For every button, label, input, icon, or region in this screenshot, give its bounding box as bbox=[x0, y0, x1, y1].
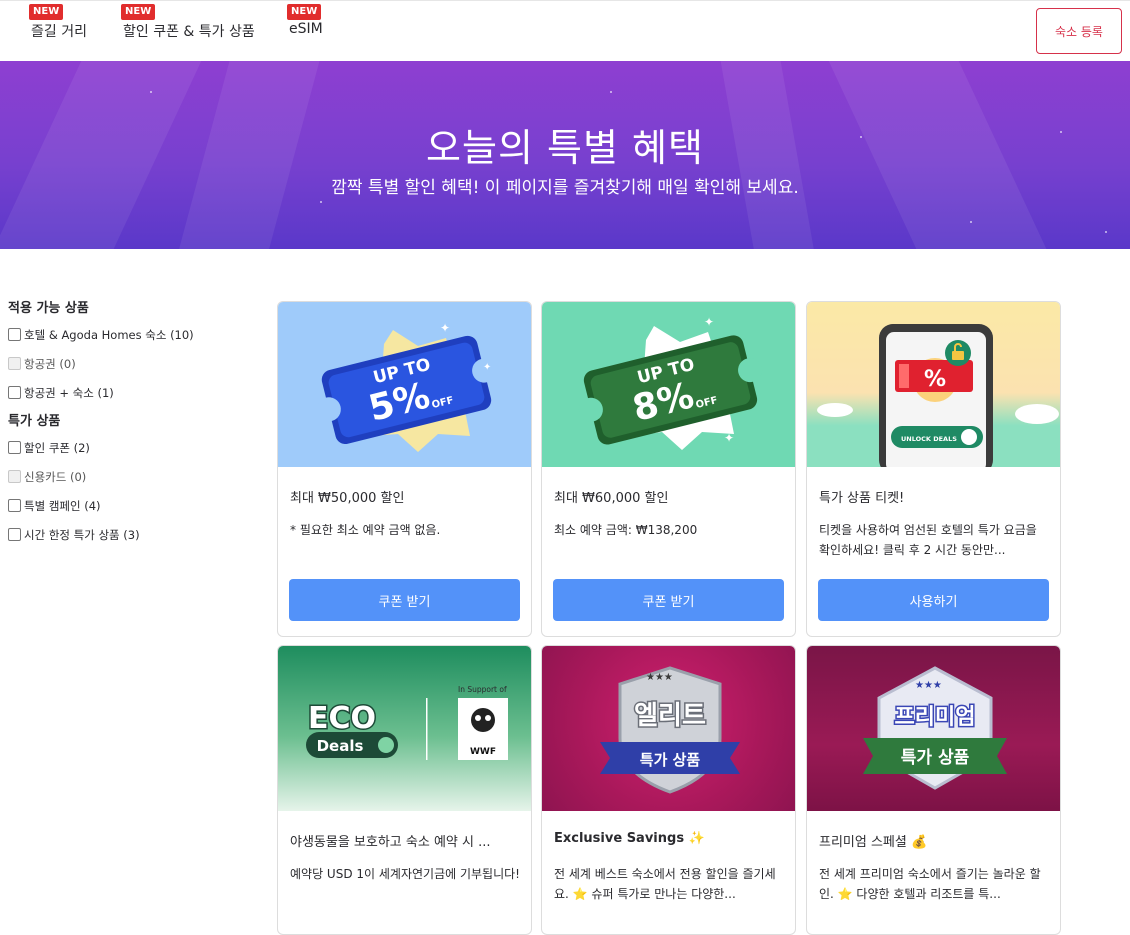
filter-option-label: 항공권 (0) bbox=[24, 356, 76, 371]
new-badge: NEW bbox=[29, 4, 64, 20]
coupon-ticket-illustration: UP TO 5% OFF ✦ ✦ bbox=[316, 321, 497, 452]
hero-subtitle: 깜짝 특별 할인 혜택! 이 페이지를 즐겨찾기해 매일 확인해 보세요. bbox=[331, 178, 799, 198]
star-sparkle bbox=[320, 201, 322, 203]
filter-option-label: 항공권 + 숙소 (1) bbox=[24, 385, 114, 400]
deal-card-image: ★★★ 프리미엄 특가 상품 bbox=[807, 646, 1060, 811]
deal-card-premium[interactable]: ★★★ 프리미엄 특가 상품 프리미엄 스페셜 💰 전 세계 프리미엄 숙소에서… bbox=[806, 645, 1061, 935]
svg-text:★★★: ★★★ bbox=[915, 680, 942, 691]
filter-option-label: 호텔 & Agoda Homes 숙소 (10) bbox=[24, 327, 194, 342]
premium-badge-illustration: ★★★ 프리미엄 특가 상품 bbox=[863, 666, 1007, 790]
deal-card-description: 전 세계 프리미엄 숙소에서 즐기는 놀라운 할인. ⭐ 다양한 호텔과 리조트… bbox=[819, 867, 1041, 901]
new-badge: NEW bbox=[121, 4, 156, 20]
nav-item-esim[interactable]: NEW eSIM bbox=[287, 4, 323, 37]
filter-group-heading: 특가 상품 bbox=[8, 414, 61, 429]
nav-item-label: eSIM bbox=[289, 21, 323, 37]
filter-option-label: 특별 캠페인 (4) bbox=[24, 498, 101, 513]
wwf-logo-text: WWF bbox=[470, 747, 496, 757]
eco-logo-text: ECO bbox=[308, 701, 376, 736]
deal-card-ticket[interactable]: % UNLOCK DEALS 특가 상품 티켓! 티켓을 사용하여 엄선된 호텔… bbox=[806, 301, 1061, 637]
svg-text:★★★: ★★★ bbox=[646, 672, 673, 683]
get-coupon-button[interactable]: 쿠폰 받기 bbox=[289, 579, 520, 621]
deal-card-description: 예약당 USD 1이 세계자연기금에 기부됩니다! bbox=[290, 867, 520, 881]
filter-option-campaign[interactable]: 특별 캠페인 (4) bbox=[8, 496, 248, 515]
checkbox[interactable] bbox=[8, 528, 21, 541]
deal-card-image: UP TO 8% OFF ✦ ✦ bbox=[542, 302, 795, 467]
checkbox[interactable] bbox=[8, 499, 21, 512]
filter-option-credit-card: 신용카드 (0) bbox=[8, 467, 248, 486]
phone-unlock-illustration: % UNLOCK DEALS bbox=[817, 324, 1059, 467]
deal-card-description: * 필요한 최소 예약 금액 없음. bbox=[290, 523, 441, 537]
hero-title: 오늘의 특별 혜택 bbox=[426, 126, 704, 170]
deal-card-description: 티켓을 사용하여 엄선된 호텔의 특가 요금을 확인하세요! 클릭 후 2 시간… bbox=[819, 523, 1037, 557]
register-property-button[interactable]: 숙소 등록 bbox=[1036, 8, 1122, 54]
filter-option-label: 신용카드 (0) bbox=[24, 469, 87, 484]
hero-banner: 오늘의 특별 혜택 깜짝 특별 할인 혜택! 이 페이지를 즐겨찾기해 매일 확… bbox=[0, 61, 1130, 249]
checkbox[interactable] bbox=[8, 386, 21, 399]
deal-card-image: ★★★ 엘리트 특가 상품 bbox=[542, 646, 795, 811]
checkbox bbox=[8, 470, 21, 483]
nav-item-activities[interactable]: NEW 즐길 거리 bbox=[29, 4, 87, 41]
deal-card-eco[interactable]: ECO Deals In Support of WWF 야생동물을 보호하고 숙… bbox=[277, 645, 532, 935]
new-badge: NEW bbox=[287, 4, 322, 20]
top-nav: NEW 즐길 거리 NEW 할인 쿠폰 & 특가 상품 NEW eSIM 숙소 … bbox=[0, 0, 1130, 61]
star-sparkle bbox=[610, 91, 612, 93]
svg-text:✦: ✦ bbox=[724, 431, 734, 445]
ticket-percent-text: % bbox=[924, 367, 946, 392]
premium-ribbon-text: 특가 상품 bbox=[901, 748, 970, 768]
filter-option-flight-hotel[interactable]: 항공권 + 숙소 (1) bbox=[8, 383, 248, 402]
deal-card-title: 특가 상품 티켓! bbox=[819, 491, 905, 506]
support-text: In Support of bbox=[458, 685, 507, 694]
get-coupon-button[interactable]: 쿠폰 받기 bbox=[553, 579, 784, 621]
checkbox bbox=[8, 357, 21, 370]
elite-ribbon-text: 특가 상품 bbox=[640, 751, 701, 769]
deal-card-image: % UNLOCK DEALS bbox=[807, 302, 1060, 467]
svg-text:✦: ✦ bbox=[704, 315, 714, 329]
filter-group-heading: 적용 가능 상품 bbox=[8, 301, 89, 316]
eco-deals-illustration: ECO Deals In Support of WWF bbox=[306, 685, 508, 760]
nav-item-label: 할인 쿠폰 & 특가 상품 bbox=[123, 24, 255, 40]
star-sparkle bbox=[970, 221, 972, 223]
filter-option-hotels[interactable]: 호텔 & Agoda Homes 숙소 (10) bbox=[8, 325, 248, 344]
coupon-ticket-illustration: UP TO 8% OFF ✦ ✦ bbox=[578, 315, 763, 450]
elite-badge-illustration: ★★★ 엘리트 특가 상품 bbox=[600, 666, 740, 794]
deal-card-title: 최대 ₩50,000 할인 bbox=[290, 491, 405, 506]
elite-badge-text: 엘리트 bbox=[634, 701, 706, 731]
svg-text:✦: ✦ bbox=[483, 362, 491, 373]
filter-option-coupons[interactable]: 할인 쿠폰 (2) bbox=[8, 438, 248, 457]
deal-card-description: 전 세계 베스트 숙소에서 전용 할인을 즐기세요. ⭐ 슈퍼 특가로 만나는 … bbox=[554, 867, 776, 901]
star-sparkle bbox=[1105, 231, 1107, 233]
checkbox[interactable] bbox=[8, 441, 21, 454]
filter-option-label: 할인 쿠폰 (2) bbox=[24, 440, 90, 455]
deal-card-image: UP TO 5% OFF ✦ ✦ bbox=[278, 302, 531, 467]
checkbox[interactable] bbox=[8, 328, 21, 341]
deal-card-title: Exclusive Savings ✨ bbox=[554, 831, 705, 846]
nav-item-deals[interactable]: NEW 할인 쿠폰 & 특가 상품 bbox=[121, 4, 255, 41]
use-ticket-button[interactable]: 사용하기 bbox=[818, 579, 1049, 621]
filter-option-limited-time[interactable]: 시간 한정 특가 상품 (3) bbox=[8, 525, 248, 544]
filter-option-label: 시간 한정 특가 상품 (3) bbox=[24, 527, 140, 542]
deal-card-title: 프리미엄 스페셜 💰 bbox=[819, 835, 928, 850]
unlock-deals-text: UNLOCK DEALS bbox=[901, 435, 957, 443]
deal-card-title: 야생동물을 보호하고 숙소 예약 시 ... bbox=[290, 835, 491, 850]
star-sparkle bbox=[150, 91, 152, 93]
deal-card-coupon-8[interactable]: UP TO 8% OFF ✦ ✦ 최대 ₩60,000 할인 최소 예약 금액:… bbox=[541, 301, 796, 637]
deal-card-description: 최소 예약 금액: ₩138,200 bbox=[554, 523, 698, 537]
deal-card-elite[interactable]: ★★★ 엘리트 특가 상품 Exclusive Savings ✨ 전 세계 베… bbox=[541, 645, 796, 935]
svg-text:✦: ✦ bbox=[440, 321, 450, 335]
deal-card-coupon-5[interactable]: UP TO 5% OFF ✦ ✦ 최대 ₩50,000 할인 * 필요한 최소 … bbox=[277, 301, 532, 637]
nav-item-label: 즐길 거리 bbox=[31, 24, 87, 40]
deal-card-image: ECO Deals In Support of WWF bbox=[278, 646, 531, 811]
filter-option-flights: 항공권 (0) bbox=[8, 354, 248, 373]
deal-card-title: 최대 ₩60,000 할인 bbox=[554, 491, 669, 506]
premium-badge-text: 프리미엄 bbox=[895, 705, 976, 730]
filter-sidebar: 적용 가능 상품 호텔 & Agoda Homes 숙소 (10) 항공권 (0… bbox=[8, 297, 248, 554]
eco-deals-text: Deals bbox=[317, 737, 364, 755]
